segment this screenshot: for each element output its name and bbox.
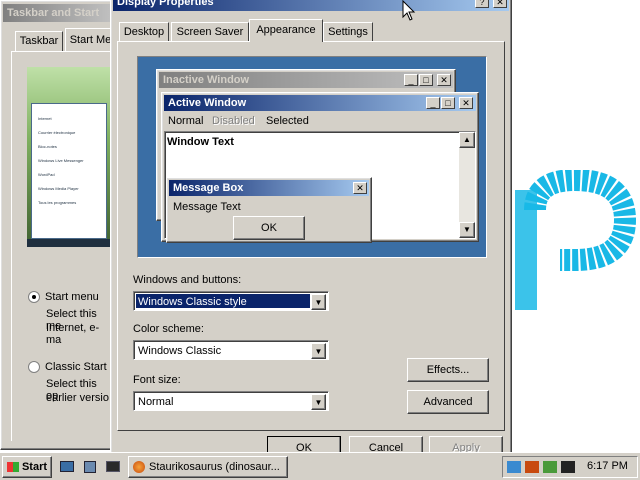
advanced-button[interactable]: Advanced [407,390,489,414]
scroll-up-icon: ▲ [459,132,475,148]
tab-appearance[interactable]: Appearance [249,19,323,42]
tab-start-menu[interactable]: Start Me [65,28,115,51]
close-icon: ✕ [459,97,473,109]
preview-menu-disabled: Disabled [212,115,255,127]
font-size-select[interactable]: Normal ▼ [133,391,329,411]
classic-start-option-label[interactable]: Classic Start [45,361,107,373]
preview-item: Windows Media Player [38,186,79,191]
chevron-down-icon[interactable]: ▼ [311,294,326,310]
classic-start-desc: earlier versio [46,392,109,404]
network-icon[interactable] [507,461,521,473]
start-button[interactable]: Start [2,456,52,478]
effects-button[interactable]: Effects... [407,358,489,382]
maximize-icon: □ [419,74,433,86]
color-scheme-label: Color scheme: [133,323,204,335]
display-properties-dialog: Display Properties ? ✕ Desktop Screen Sa… [110,0,512,460]
font-size-label: Font size: [133,374,181,386]
preview-message-box-title: Message Box [169,180,369,196]
taskbar: Start Staurikosaurus (dinosaur... 6:17 P… [0,452,640,480]
windows-buttons-value: Windows Classic style [136,294,310,308]
tray-clock[interactable]: 6:17 PM [587,460,628,472]
preview-window-text: Window Text [167,136,234,148]
close-icon: ✕ [496,0,504,7]
preview-item: Internet [38,116,52,121]
preview-taskbar [27,239,113,247]
browser-icon [133,461,145,474]
preview-menu-selected: Selected [266,115,309,127]
preview-menu-normal: Normal [168,115,204,127]
chevron-down-icon[interactable]: ▼ [311,394,326,410]
close-icon: ✕ [437,74,451,86]
preview-item: Courrier électronique [38,130,76,135]
background-logo [515,170,637,310]
tab-settings[interactable]: Settings [323,22,373,41]
start-menu-radio[interactable] [28,291,40,303]
scroll-down-icon: ▼ [459,222,475,238]
minimize-icon: _ [404,74,418,86]
preview-ok-button: OK [233,216,305,240]
windows-buttons-label: Windows and buttons: [133,274,242,286]
update-icon[interactable] [543,461,557,473]
windows-logo-icon [6,462,19,473]
system-tray: 6:17 PM [502,456,638,478]
preview-start-menu-panel: Internet Courrier électronique Bloc-note… [31,103,107,239]
quick-launch-app-icon[interactable] [84,461,96,473]
tools-icon[interactable] [525,461,539,473]
minimize-icon: _ [426,97,440,109]
taskbar-properties-window: Taskbar and Start Taskbar Start Me Inter… [0,0,115,450]
taskbar-task-browser[interactable]: Staurikosaurus (dinosaur... [128,456,288,478]
preview-item: Bloc-notes [38,144,57,149]
quick-launch-desktop-icon[interactable] [60,461,74,472]
tab-taskbar[interactable]: Taskbar [15,31,63,51]
close-button[interactable]: ✕ [493,0,507,8]
maximize-icon: □ [441,97,455,109]
classic-start-radio[interactable] [28,361,40,373]
radio-selected-dot [32,295,36,299]
preview-message-box: Message Box ✕ Message Text OK [166,177,372,243]
help-button[interactable]: ? [475,0,489,8]
close-icon: ✕ [353,182,367,194]
dialog-title[interactable]: Display Properties [113,0,509,11]
font-size-value: Normal [138,396,174,408]
start-menu-preview: Internet Courrier électronique Bloc-note… [27,67,113,247]
tab-desktop[interactable]: Desktop [119,22,169,41]
color-scheme-select[interactable]: Windows Classic ▼ [133,340,329,360]
chevron-down-icon[interactable]: ▼ [311,343,326,359]
windows-buttons-select[interactable]: Windows Classic style ▼ [133,291,329,311]
preview-item: Windows Live Messenger [38,158,84,163]
taskbar-properties-title[interactable]: Taskbar and Start [3,4,111,22]
preview-message-text: Message Text [173,201,241,213]
preview-item: Tous les programmes [38,200,77,205]
appearance-preview: Inactive Window _ □ ✕ Active Window _ □ … [137,56,487,258]
quick-launch-terminal-icon[interactable] [106,461,120,472]
preview-scrollbar: ▲ ▼ [459,132,475,238]
start-menu-desc: Internet, e-ma [46,322,100,346]
color-scheme-value: Windows Classic [138,345,222,357]
mouse-cursor-icon [402,0,416,21]
preview-item: WordPad [38,172,55,177]
tab-screen-saver[interactable]: Screen Saver [171,22,249,41]
start-menu-option-label[interactable]: Start menu [45,291,99,303]
cursor-tool-icon[interactable] [561,461,575,473]
